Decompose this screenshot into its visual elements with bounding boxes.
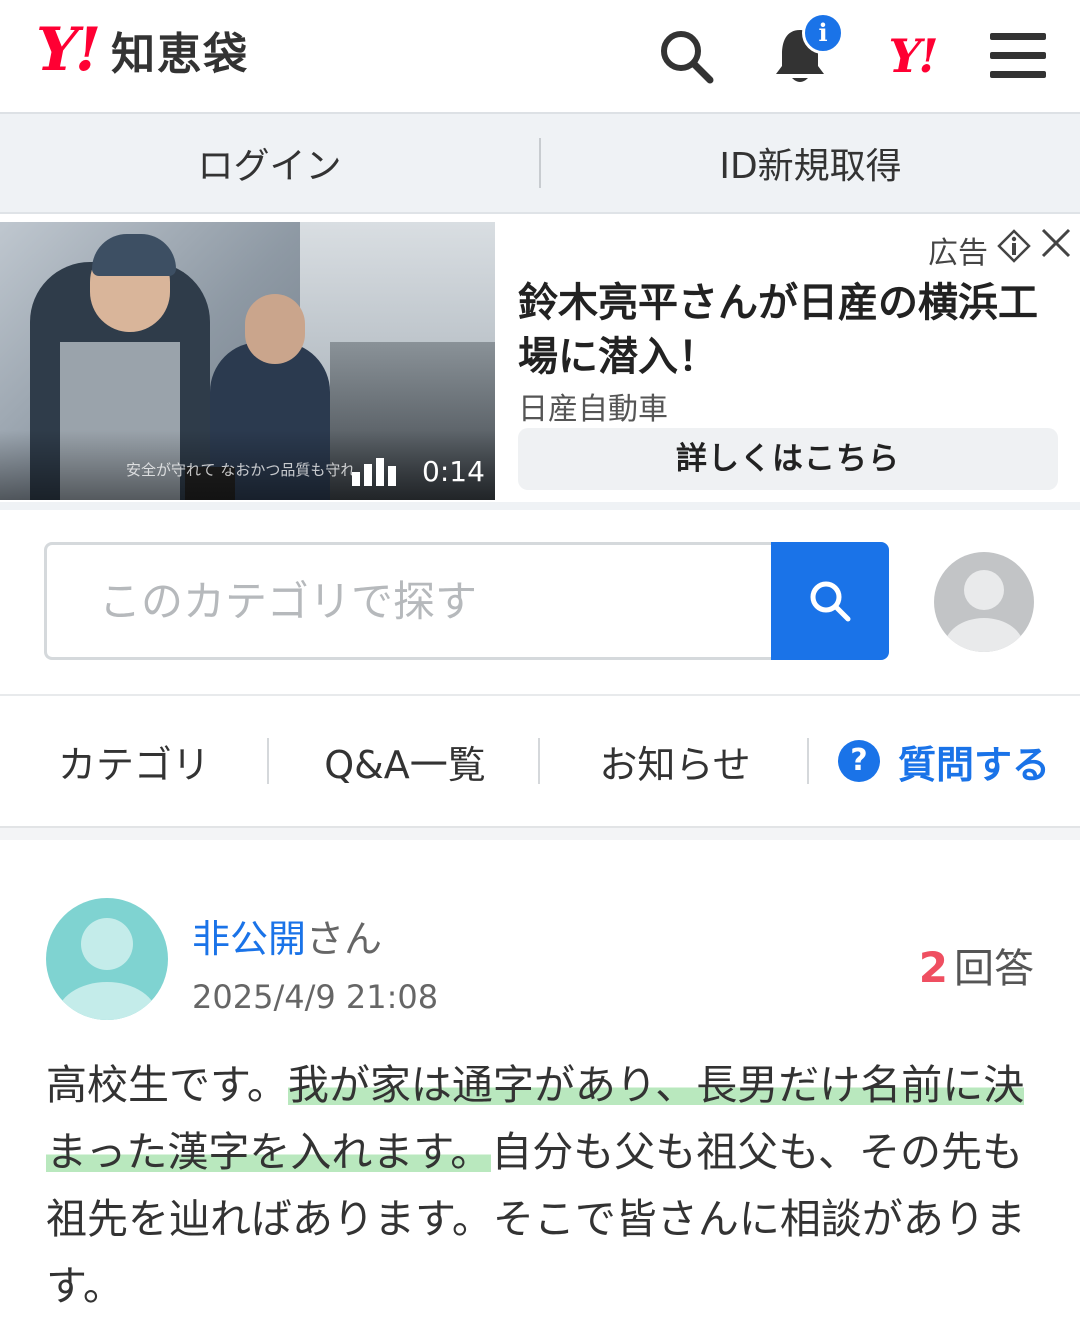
volume-bars-icon <box>352 456 400 486</box>
answer-count[interactable]: 2 回答 <box>919 936 1034 994</box>
question-text: 高校生です。 <box>46 1061 288 1109</box>
question-date: 2025/4/9 21:08 <box>192 978 439 1016</box>
ask-question-button[interactable]: ? 質問する <box>838 696 1068 826</box>
ad-info-icon[interactable] <box>996 228 1032 264</box>
menu-icon[interactable] <box>980 18 1056 94</box>
ask-question-label: 質問する <box>898 742 1051 787</box>
question-body: 高校生です。我が家は通字があり、長男だけ名前に決まった漢字を入れます。自分も父も… <box>46 1052 1046 1320</box>
answer-count-number: 2 <box>918 943 948 992</box>
asker-avatar <box>46 898 168 1020</box>
nav-divider <box>807 738 809 784</box>
nav-news[interactable]: お知らせ <box>542 696 808 826</box>
login-bar: ログイン ID新規取得 <box>0 114 1080 214</box>
asker-name-text[interactable]: 非公開 <box>192 917 306 961</box>
default-user-icon <box>57 918 157 1020</box>
answer-count-label: 回答 <box>954 946 1034 992</box>
search-icon <box>810 581 851 622</box>
section-divider <box>0 502 1080 510</box>
ad-video-caption: 安全が守れて なおかつ品質も守れ <box>126 461 356 479</box>
search-icon[interactable] <box>648 18 724 94</box>
section-divider <box>0 826 1080 840</box>
default-user-icon <box>944 570 1024 652</box>
search-button[interactable] <box>771 542 889 660</box>
ad-title[interactable]: 鈴木亮平さんが日産の横浜工場に潜入！ <box>518 276 1058 384</box>
login-link[interactable]: ログイン <box>0 137 539 189</box>
notification-button[interactable]: i <box>762 12 844 94</box>
register-link[interactable]: ID新規取得 <box>541 137 1080 189</box>
nav-divider <box>538 738 540 784</box>
ad-video-thumbnail[interactable]: 安全が守れて なおかつ品質も守れ 0:14 <box>0 222 495 500</box>
question-icon: ? <box>838 740 880 782</box>
asker-name: 非公開さん <box>192 908 382 963</box>
category-nav: カテゴリ Q&A一覧 お知らせ ? 質問する <box>0 696 1080 826</box>
logo-text: 知恵袋 <box>111 29 250 80</box>
logo-mark: Y! <box>36 15 101 85</box>
category-search-input[interactable] <box>47 545 774 657</box>
notification-badge: i <box>802 12 844 54</box>
nav-qa-list[interactable]: Q&A一覧 <box>272 696 538 826</box>
nav-category[interactable]: カテゴリ <box>30 696 238 826</box>
yahoo-chiebukuro-logo[interactable]: Y! 知恵袋 <box>36 18 249 82</box>
app-header: Y! 知恵袋 i Y! <box>0 0 1080 114</box>
ad-cta-button[interactable]: 詳しくはこちら <box>518 428 1058 490</box>
ad-video-duration: 0:14 <box>422 455 485 488</box>
ad-label: 広告 <box>928 236 988 271</box>
nav-divider <box>267 738 269 784</box>
asker-name-suffix: さん <box>306 917 383 961</box>
ad-close-icon[interactable] <box>1038 226 1074 266</box>
category-search-box <box>44 542 774 660</box>
yahoo-japan-icon[interactable]: Y! <box>870 18 954 94</box>
yahoo-mark: Y! <box>888 29 938 83</box>
ad-banner: 安全が守れて なおかつ品質も守れ 0:14 広告 鈴木亮平さんが日産の横浜工場に… <box>0 222 1080 502</box>
user-avatar[interactable] <box>934 552 1034 652</box>
ad-source: 日産自動車 <box>518 392 668 427</box>
